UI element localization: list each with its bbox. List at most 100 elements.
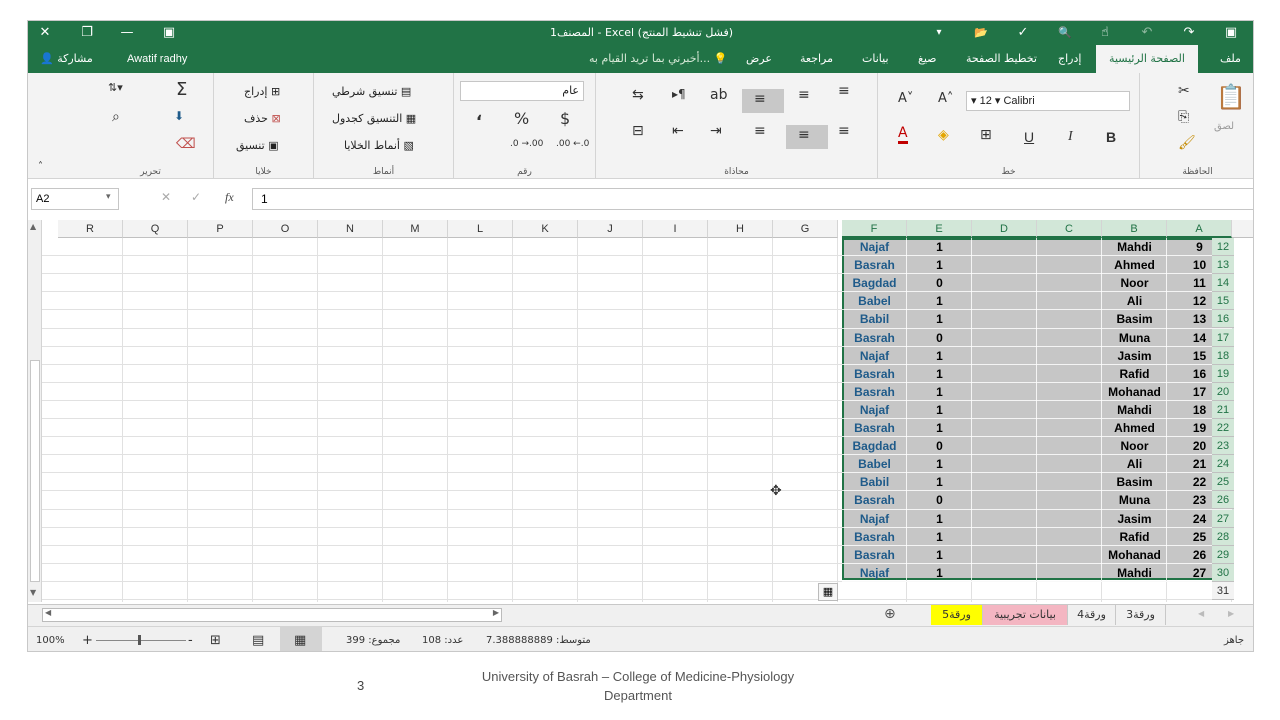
cell-b[interactable]: Ahmed <box>1102 256 1167 274</box>
column-header-d[interactable]: D <box>972 220 1037 238</box>
column-header-r[interactable]: R <box>58 220 123 238</box>
vertical-scroll-thumb[interactable] <box>30 360 40 582</box>
cell-b[interactable]: Jasim <box>1102 347 1167 365</box>
cell-b[interactable]: Ali <box>1102 455 1167 473</box>
cell-f[interactable]: Basrah <box>842 528 907 546</box>
share-button[interactable]: 👤 مشاركة <box>40 45 93 73</box>
percent-style-icon[interactable]: % <box>514 109 529 128</box>
cell-e[interactable]: 1 <box>907 383 972 401</box>
tab-insert[interactable]: إدراج <box>1050 45 1089 73</box>
sheet-tab-3[interactable]: ورقة3 <box>1116 605 1166 625</box>
merge-center-icon[interactable]: ⊟ <box>632 123 644 139</box>
sheet-tab-trial-data[interactable]: بيانات تجريبية <box>983 605 1068 625</box>
autosum-icon[interactable]: Σ <box>176 79 187 100</box>
align-right-icon[interactable]: ≡ <box>838 123 850 139</box>
bottom-align-icon[interactable]: ≡ <box>798 87 810 103</box>
number-format-select[interactable]: عام <box>460 81 584 101</box>
paste-icon[interactable]: 📋 <box>1216 83 1246 111</box>
cell-e[interactable]: 1 <box>907 292 972 310</box>
cell-b[interactable]: Noor <box>1102 437 1167 455</box>
format-painter-icon[interactable]: 🖌 <box>1178 135 1196 151</box>
save-icon[interactable]: ▣ <box>1216 21 1246 45</box>
column-header-q[interactable]: Q <box>123 220 188 238</box>
align-center-icon[interactable]: ≡ <box>798 127 810 143</box>
borders-icon[interactable]: ⊞ <box>980 127 992 143</box>
copy-icon[interactable]: ⎘ <box>1178 109 1189 125</box>
user-name[interactable]: Awatif radhy <box>127 45 187 73</box>
page-break-view-icon[interactable]: ⊞ <box>210 627 221 651</box>
insert-cells-button[interactable]: إدراج ⊞ <box>244 85 280 98</box>
cell-b[interactable] <box>1102 582 1167 600</box>
cell-e[interactable]: 1 <box>907 347 972 365</box>
cell-b[interactable]: Muna <box>1102 491 1167 509</box>
cell-b[interactable]: Mohanad <box>1102 546 1167 564</box>
spelling-icon[interactable]: ✓ <box>1008 21 1038 45</box>
cell-e[interactable]: 1 <box>907 564 972 582</box>
cell-f[interactable]: Basrah <box>842 419 907 437</box>
bold-icon[interactable]: B <box>1106 129 1116 145</box>
column-header-e[interactable]: E <box>907 220 972 238</box>
quick-analysis-icon[interactable]: ▦ <box>818 583 838 601</box>
italic-icon[interactable]: I <box>1068 129 1073 145</box>
cell-e[interactable]: 1 <box>907 238 972 256</box>
cell-b[interactable]: Mahdi <box>1102 238 1167 256</box>
tab-formulas[interactable]: صيغ <box>910 45 945 73</box>
cell-e[interactable]: 1 <box>907 455 972 473</box>
column-header-c[interactable]: C <box>1037 220 1102 238</box>
column-header-o[interactable]: O <box>253 220 318 238</box>
cut-icon[interactable]: ✂ <box>1178 83 1190 99</box>
cell-f[interactable]: Babel <box>842 455 907 473</box>
decrease-font-icon[interactable]: A˅ <box>898 91 913 106</box>
row-header[interactable]: 24 <box>1212 455 1234 474</box>
row-header[interactable]: 15 <box>1212 292 1234 311</box>
tab-page-layout[interactable]: تخطيط الصفحة <box>958 45 1045 73</box>
sheet-tab-5[interactable]: ورقة5 <box>931 605 983 625</box>
cell-e[interactable]: 1 <box>907 473 972 491</box>
tab-review[interactable]: مراجعة <box>792 45 841 73</box>
zoom-out-icon[interactable]: - <box>188 627 193 651</box>
column-header-k[interactable]: K <box>513 220 578 238</box>
column-header-h[interactable]: H <box>708 220 773 238</box>
cell-e[interactable]: 1 <box>907 419 972 437</box>
delete-cells-button[interactable]: حذف ⊠ <box>244 112 281 125</box>
worksheet-grid[interactable]: RQPONMLKJIHGFEDCBA 9 Mahdi 1 Najaf 10 Ahmed 1 B… <box>28 220 1253 602</box>
row-header[interactable]: 19 <box>1212 364 1234 383</box>
cell-styles-button[interactable]: أنماط الخلايا ▧ <box>344 139 414 152</box>
underline-icon[interactable]: U <box>1024 129 1034 145</box>
cell-f[interactable]: Najaf <box>842 564 907 582</box>
cell-e[interactable]: 1 <box>907 401 972 419</box>
top-align-icon[interactable]: ≡ <box>838 83 850 99</box>
cell-e[interactable]: 0 <box>907 437 972 455</box>
cancel-icon[interactable]: ✕ <box>161 190 171 204</box>
align-left-icon[interactable]: ≡ <box>754 123 766 139</box>
cell-e[interactable]: 1 <box>907 365 972 383</box>
column-header-j[interactable]: J <box>578 220 643 238</box>
tab-home[interactable]: الصفحة الرئيسية <box>1096 45 1198 73</box>
sheet-nav-left-icon[interactable]: ◀ <box>1198 609 1204 618</box>
zoom-slider-thumb[interactable] <box>138 635 141 645</box>
comma-style-icon[interactable]: ، <box>476 105 482 124</box>
redo-icon[interactable]: ↷ <box>1174 21 1204 45</box>
cell-f[interactable]: Babil <box>842 310 907 328</box>
vertical-scrollbar[interactable]: ▲ ▼ <box>28 220 42 602</box>
cell-e[interactable] <box>907 582 972 600</box>
cell-b[interactable]: Rafid <box>1102 528 1167 546</box>
row-header[interactable]: 29 <box>1212 545 1234 564</box>
print-preview-icon[interactable]: 🔍 <box>1050 21 1080 45</box>
fill-color-icon[interactable]: ◈ <box>938 127 949 143</box>
row-header[interactable]: 17 <box>1212 328 1234 347</box>
orientation-icon[interactable]: ab <box>710 87 727 103</box>
column-header-l[interactable]: L <box>448 220 513 238</box>
wrap-text-icon[interactable]: ⇆ <box>632 87 644 103</box>
cell-b[interactable]: Muna <box>1102 329 1167 347</box>
row-header[interactable]: 26 <box>1212 491 1234 510</box>
scroll-left-icon[interactable]: ◀ <box>45 608 51 617</box>
cell-b[interactable]: Basim <box>1102 310 1167 328</box>
cell-f[interactable]: Basrah <box>842 491 907 509</box>
row-header[interactable]: 13 <box>1212 256 1234 275</box>
cell-b[interactable]: Ahmed <box>1102 419 1167 437</box>
cell-f[interactable]: Basrah <box>842 256 907 274</box>
cell-e[interactable]: 0 <box>907 274 972 292</box>
cell-e[interactable]: 1 <box>907 546 972 564</box>
increase-indent-icon[interactable]: ⇥ <box>710 123 722 139</box>
